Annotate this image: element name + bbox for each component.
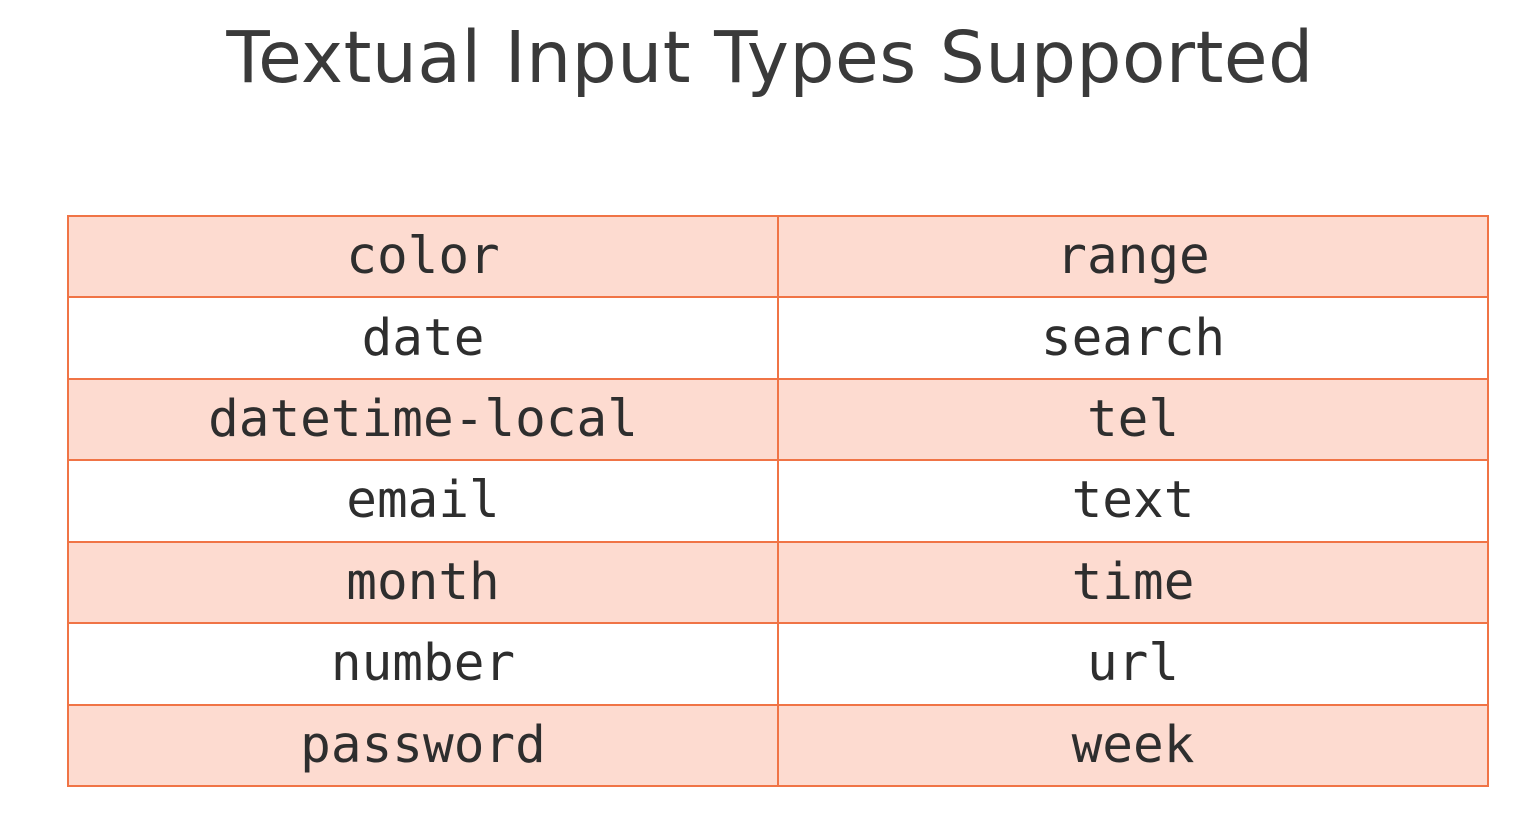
table-row: date search: [67, 296, 1489, 380]
input-types-table: color range date search datetime-local t…: [67, 214, 1489, 788]
table-row: email text: [67, 459, 1489, 543]
table-row: month time: [67, 540, 1489, 625]
slide-title: Textual Input Types Supported: [226, 16, 1314, 99]
table-cell: week: [777, 703, 1489, 788]
table-cell: email: [67, 459, 779, 543]
table-row: datetime-local tel: [67, 377, 1489, 462]
table-row: number url: [67, 622, 1489, 706]
table-cell: text: [777, 459, 1489, 543]
table-cell: time: [777, 540, 1489, 625]
table-row: password week: [67, 703, 1489, 788]
table-cell: url: [777, 622, 1489, 706]
table-cell: datetime-local: [67, 377, 779, 462]
table-cell: password: [67, 703, 779, 788]
table-cell: number: [67, 622, 779, 706]
table-cell: tel: [777, 377, 1489, 462]
table-cell: search: [777, 296, 1489, 380]
table-cell: date: [67, 296, 779, 380]
table-row: color range: [67, 214, 1489, 299]
table-cell: month: [67, 540, 779, 625]
table-cell: color: [67, 214, 779, 299]
table-cell: range: [777, 214, 1489, 299]
